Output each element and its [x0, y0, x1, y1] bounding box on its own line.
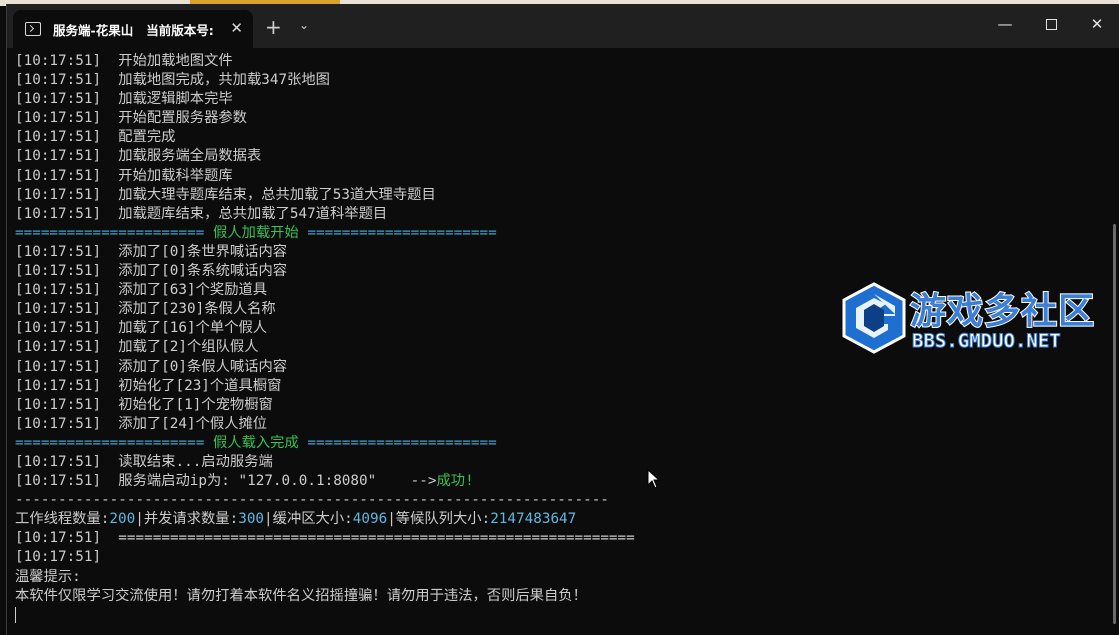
log-message: 配置完成	[118, 129, 176, 146]
input-prompt[interactable]	[15, 606, 1110, 625]
log-message: 加载了[2]个组队假人	[118, 339, 259, 356]
banner-text: 假人加载开始	[212, 224, 299, 241]
tab-close-icon[interactable]: ✕	[230, 19, 243, 37]
text-caret	[15, 606, 16, 623]
log-timestamp: [10:17:51]	[15, 301, 102, 318]
log-message: 开始加载科举题库	[118, 167, 233, 184]
log-line: [10:17:51] 加载题库结束，总共加载了547道科举题目	[15, 205, 1110, 224]
log-line: [10:17:51] 加载服务端全局数据表	[15, 147, 1110, 166]
banner-bot-start: ====================== 假人加载开始 ==========…	[15, 224, 497, 241]
tip-text: 本软件仅限学习交流使用！请勿打着本软件名义招摇撞骗！请勿用于违法，否则后果自负！	[15, 587, 587, 604]
log-message: 加载地图完成，共加载347张地图	[118, 72, 330, 89]
success-text: 成功!	[436, 473, 474, 490]
log-line: [10:17:51] 配置完成	[15, 128, 1110, 147]
new-tab-button[interactable]: +	[265, 17, 282, 37]
log-message: 加载了[16]个单个假人	[118, 320, 268, 337]
log-message: 初始化了[23]个道具橱窗	[118, 377, 282, 394]
chevron-down-icon[interactable]: ⌄	[299, 18, 309, 32]
log-timestamp: [10:17:51]	[15, 415, 102, 432]
tab-server[interactable]: 服务端-花果山 当前版本号: ✕	[13, 10, 253, 48]
log-message: 添加了[0]条假人喊话内容	[118, 358, 288, 375]
log-line: [10:17:51] 初始化了[23]个道具橱窗	[15, 377, 1110, 396]
banner-text: 假人载入完成	[212, 434, 299, 451]
log-timestamp: [10:17:51]	[15, 205, 102, 222]
log-timestamp: [10:17:51]	[15, 110, 102, 127]
log-timestamp: [10:17:51]	[15, 320, 102, 337]
mouse-cursor-icon	[647, 469, 661, 489]
log-timestamp: [10:17:51]	[15, 377, 102, 394]
log-message: 加载大理寺题库结束，总共加载了53道大理寺题目	[118, 186, 436, 203]
log-line: [10:17:51] 添加了[0]条假人喊话内容	[15, 358, 1110, 377]
tab-title: 服务端-花果山 当前版本号:	[53, 22, 214, 38]
stat-buffer: 4096	[352, 511, 388, 528]
log-line: [10:17:51] 开始配置服务器参数	[15, 109, 1110, 128]
log-line: [10:17:51] 开始加载地图文件	[15, 52, 1110, 71]
log-message: 加载服务端全局数据表	[118, 148, 262, 165]
log-timestamp: [10:17:51]	[15, 243, 102, 260]
log-message: 开始配置服务器参数	[118, 110, 247, 127]
close-window-button[interactable]: ✕	[1087, 14, 1107, 34]
log-timestamp: [10:17:51]	[15, 72, 102, 89]
gmduo-logo-icon	[842, 282, 906, 354]
log-timestamp: [10:17:51]	[15, 358, 102, 375]
minimize-button[interactable]: —	[995, 14, 1015, 34]
log-timestamp: [10:17:51]	[15, 129, 102, 146]
log-message: 添加了[0]条世界喊话内容	[118, 243, 288, 260]
log-line: [10:17:51] 加载大理寺题库结束，总共加载了53道大理寺题目	[15, 186, 1110, 205]
maximize-icon	[1045, 19, 1057, 30]
watermark-en: BBS.GMDUO.NET	[912, 330, 1062, 353]
stat-queue: 2147483647	[490, 511, 577, 528]
log-timestamp: [10:17:51]	[15, 53, 102, 69]
log-timestamp: [10:17:51]	[15, 263, 102, 280]
log-line: [10:17:51] 添加了[0]条系统喊话内容	[15, 262, 1110, 281]
log-line: [10:17:51] 添加了[0]条世界喊话内容	[15, 243, 1110, 262]
log-line: [10:17:51] 加载逻辑脚本完毕	[15, 90, 1110, 109]
log-line: [10:17:51] 加载地图完成，共加载347张地图	[15, 71, 1110, 90]
log-timestamp: [10:17:51]	[15, 167, 102, 184]
terminal-icon	[25, 22, 41, 36]
log-line: [10:17:51] 添加了[24]个假人摊位	[15, 415, 1110, 434]
log-message: 添加了[0]条系统喊话内容	[118, 263, 288, 280]
log-line-server-start: [10:17:51] 服务端启动ip为: "127.0.0.1:8080" --…	[15, 473, 474, 490]
title-bar[interactable]: 服务端-花果山 当前版本号: ✕ + ⌄ — ✕	[7, 4, 1119, 48]
divider-line: ----------------------------------------…	[15, 492, 609, 509]
log-line: [10:17:51] 开始加载科举题库	[15, 167, 1110, 186]
log-line: [10:17:51] =============================…	[15, 530, 635, 547]
log-line: [10:17:51]	[15, 549, 102, 566]
log-message: 加载题库结束，总共加载了547道科举题目	[118, 205, 388, 222]
log-message: 添加了[63]个奖励道具	[118, 282, 268, 299]
watermark-logo: 游戏多社区 BBS.GMDUO.NET	[840, 282, 1116, 358]
log-message: 加载逻辑脚本完毕	[118, 91, 233, 108]
log-line: [10:17:51] 初始化了[1]个宠物橱窗	[15, 396, 1110, 415]
log-timestamp: [10:17:51]	[15, 396, 102, 413]
log-timestamp: [10:17:51]	[15, 186, 102, 203]
log-timestamp: [10:17:51]	[15, 339, 102, 356]
banner-bot-done: ====================== 假人载入完成 ==========…	[15, 434, 497, 451]
maximize-button[interactable]	[1041, 14, 1061, 34]
stat-concurrent: 300	[238, 511, 265, 528]
log-timestamp: [10:17:51]	[15, 148, 102, 165]
log-timestamp: [10:17:51]	[15, 282, 102, 299]
watermark-cn: 游戏多社区	[909, 290, 1096, 333]
stat-threads: 200	[109, 511, 136, 528]
log-message: 添加了[230]条假人名称	[118, 301, 276, 318]
tip-label: 温馨提示:	[15, 568, 81, 585]
log-message: 添加了[24]个假人摊位	[118, 415, 268, 432]
server-stats: 工作线程数量:200|并发请求数量:300|缓冲区大小:4096|等候队列大小:…	[15, 511, 577, 528]
log-timestamp: [10:17:51]	[15, 91, 102, 108]
log-message: 开始加载地图文件	[118, 53, 233, 69]
log-line: [10:17:51] 读取结束...启动服务端	[15, 453, 273, 470]
log-block-load: [10:17:51] 开始加载地图文件 [10:17:51] 加载地图完成，共加载…	[15, 52, 1110, 224]
log-message: 初始化了[1]个宠物橱窗	[118, 396, 273, 413]
